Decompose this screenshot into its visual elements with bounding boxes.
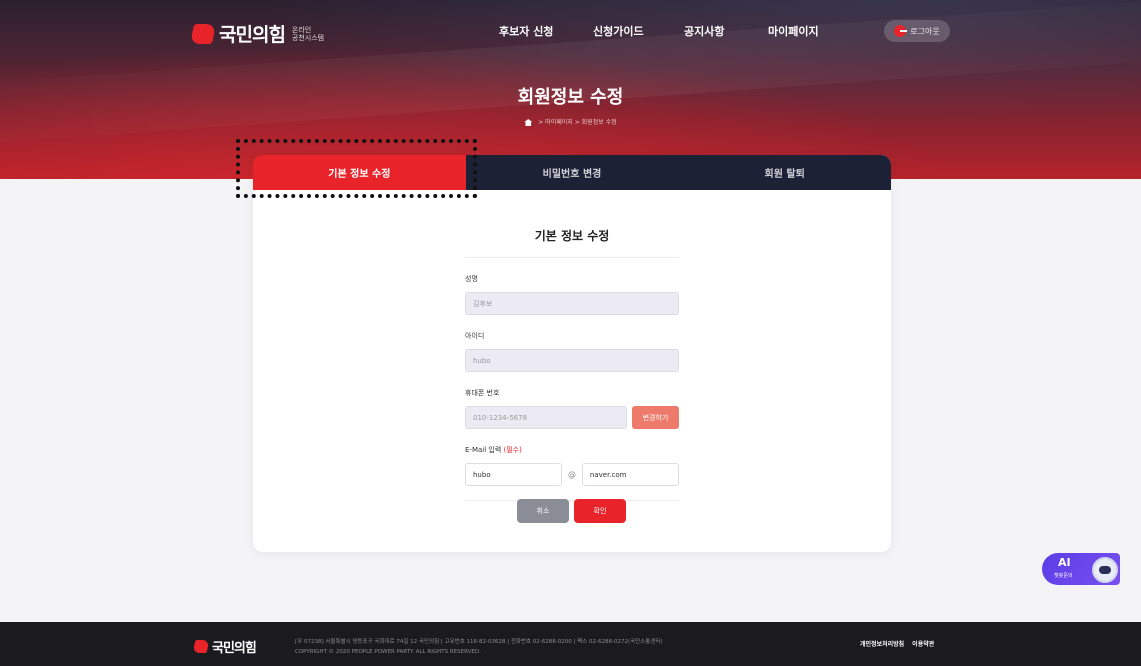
footer: 국민의힘 [우 07238] 서울특별시 영등포구 국회대로 74길 12 국민… (0, 622, 1141, 666)
breadcrumb: > 마이페이지 > 회원정보 수정 (0, 117, 1141, 126)
email-local-input[interactable]: hubo (465, 463, 563, 486)
tab-highlight-box (236, 139, 477, 198)
chatbot-subtitle: 챗봇문의 (1054, 573, 1073, 579)
tab-withdraw[interactable]: 회원 탈퇴 (678, 155, 891, 190)
confirm-button[interactable]: 확인 (574, 499, 626, 523)
footer-logo-mark-icon (192, 640, 210, 653)
nav-item-notice[interactable]: 공지사항 (684, 23, 724, 39)
logout-label: 로그아웃 (910, 26, 940, 36)
logo-text: 국민의힘 (219, 24, 286, 46)
nav-item-apply[interactable]: 후보자 신청 (499, 23, 553, 39)
tab-change-password[interactable]: 비밀번호 변경 (466, 155, 679, 190)
chatbot-title: AI (1058, 556, 1071, 569)
logo-sub-line2: 공천시스템 (291, 33, 325, 42)
id-label: 아이디 (465, 332, 485, 340)
footer-logo: 국민의힘 (192, 637, 257, 656)
phone-row: 010-1234-5678 변경하기 (465, 406, 679, 429)
ai-chatbot-button[interactable]: AI 챗봇문의 (1042, 553, 1120, 585)
email-label-text: E-Mail 입력 (465, 446, 502, 454)
email-row: hubo @ naver.com (465, 463, 680, 486)
footer-logo-text: 국민의힘 (212, 641, 257, 656)
profile-form: 기본 정보 수정 성명 김후보 아이디 hubo 휴대폰 번호 010-1234… (465, 190, 680, 501)
top-navigation: 국민의힘 온라인 공천시스템 후보자 신청 신청가이드 공지사항 마이페이지 로… (0, 0, 1141, 62)
logo-subtitle: 온라인 공천시스템 (292, 26, 324, 42)
footer-link-terms[interactable]: 이용약관 (912, 639, 934, 648)
logo-mark-icon (189, 23, 217, 44)
email-domain-input[interactable]: naver.com (581, 463, 680, 486)
breadcrumb-item-current: 회원정보 수정 (581, 119, 617, 126)
logout-icon (894, 25, 908, 37)
nav-item-guide[interactable]: 신청가이드 (593, 23, 644, 39)
email-label: E-Mail 입력 (필수) (465, 445, 679, 455)
name-label: 성명 (465, 275, 478, 283)
footer-link-privacy[interactable]: 개인정보처리방침 (860, 639, 904, 648)
home-icon[interactable] (524, 119, 533, 126)
email-required-mark: (필수) (503, 446, 522, 454)
breadcrumb-separator: > (574, 119, 580, 126)
email-at-sign: @ (568, 470, 576, 479)
phone-field: 010-1234-5678 (465, 406, 627, 429)
footer-copyright: COPYRIGHT © 2020 PEOPLE POWER PARTY. ALL… (295, 649, 481, 655)
footer-links: 개인정보처리방침 이용약관 (860, 639, 934, 648)
form-title: 기본 정보 수정 (465, 190, 679, 258)
page-title: 회원정보 수정 (517, 87, 624, 108)
footer-address: [우 07238] 서울특별시 영등포구 국회대로 74길 12 국민의힘 | … (295, 639, 663, 645)
profile-edit-card: 기본 정보 수정 비밀번호 변경 회원 탈퇴 기본 정보 수정 성명 김후보 아… (253, 155, 891, 552)
cancel-button[interactable]: 취소 (517, 499, 569, 523)
logout-button[interactable]: 로그아웃 (884, 20, 950, 42)
phone-change-button[interactable]: 변경하기 (632, 406, 679, 429)
robot-icon (1092, 557, 1118, 583)
name-field: 김후보 (465, 292, 679, 315)
logo-sub-line1: 온라인 (291, 25, 312, 34)
id-field: hubo (465, 349, 679, 372)
phone-label: 휴대폰 번호 (465, 389, 500, 397)
footer-info: [우 07238] 서울특별시 영등포구 국회대로 74길 12 국민의힘 | … (295, 637, 663, 657)
form-actions: 취소 확인 (517, 499, 626, 523)
nav-item-mypage[interactable]: 마이페이지 (768, 23, 819, 39)
breadcrumb-item-mypage[interactable]: 마이페이지 (545, 119, 573, 126)
breadcrumb-separator: > (538, 119, 544, 126)
site-logo[interactable]: 국민의힘 온라인 공천시스템 (189, 20, 324, 47)
